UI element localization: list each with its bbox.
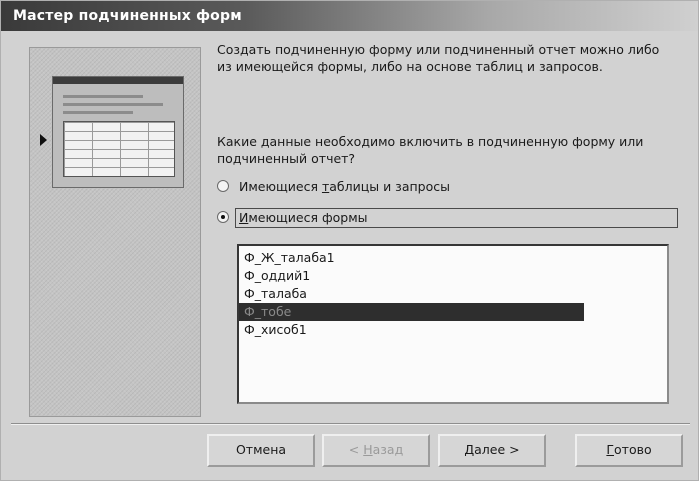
forms-listbox[interactable]: Ф_Ж_талаба1 Ф_оддий1 Ф_талаба Ф_тобе Ф_х…	[237, 244, 669, 404]
radio-label-tables-queries: Имеющиеся таблицы и запросы	[239, 179, 450, 194]
form-preview-line	[63, 111, 133, 114]
list-item[interactable]: Ф_Ж_талаба1	[239, 249, 584, 267]
button-separator	[11, 423, 690, 425]
intro-text: Создать подчиненную форму или подчиненны…	[217, 42, 660, 74]
subform-wizard-window: Мастер подчиненных форм Создать подчинен…	[0, 0, 699, 481]
list-item-selected[interactable]: Ф_тобе	[239, 303, 584, 321]
radio-button-icon[interactable]	[217, 180, 229, 192]
list-item[interactable]: Ф_хисоб1	[239, 321, 584, 339]
subform-grid-graphic	[63, 121, 175, 177]
form-preview-graphic	[52, 76, 184, 188]
back-button[interactable]: < Назад	[322, 434, 430, 467]
question-text: Какие данные необходимо включить в подчи…	[217, 134, 644, 166]
cancel-button[interactable]: Отмена	[207, 434, 315, 467]
radio-label-forms: Имеющиеся формы	[239, 210, 368, 225]
list-item[interactable]: Ф_оддий1	[239, 267, 584, 285]
list-item[interactable]: Ф_талаба	[239, 285, 584, 303]
radio-existing-tables-queries[interactable]: Имеющиеся таблицы и запросы	[217, 177, 677, 197]
window-title: Мастер подчиненных форм	[1, 1, 698, 31]
wizard-illustration	[29, 47, 201, 417]
form-preview-line	[63, 95, 143, 98]
radio-existing-forms[interactable]: Имеющиеся формы	[217, 208, 679, 228]
form-preview-line	[63, 103, 163, 106]
next-button[interactable]: Далее >	[438, 434, 546, 467]
radio-button-checked-icon[interactable]	[217, 211, 229, 223]
form-preview-titlebar	[53, 77, 183, 84]
arrow-pointer-icon	[40, 134, 47, 146]
finish-button[interactable]: Готово	[575, 434, 683, 467]
